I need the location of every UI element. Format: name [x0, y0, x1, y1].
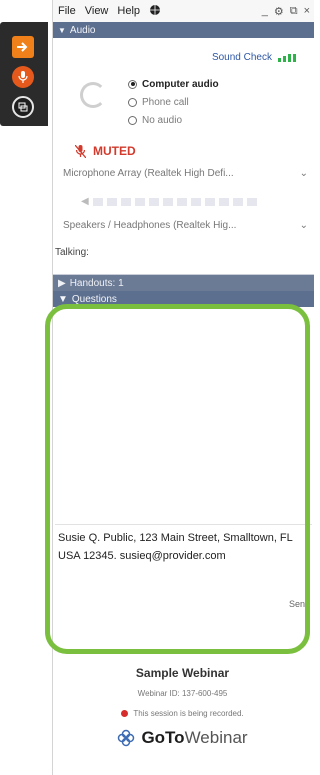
menu-file[interactable]: File	[58, 5, 76, 17]
screen-share-icon[interactable]	[12, 96, 34, 118]
grab-tab	[0, 22, 48, 126]
radio-no-audio[interactable]: No audio	[128, 111, 219, 129]
audio-panel: Sound Check Computer audio Phone call No…	[53, 38, 314, 274]
mute-toggle[interactable]: MUTED	[75, 144, 136, 158]
control-panel: File View Help _ ⚙ ⧉ × ▼ Audio Sound Che…	[52, 0, 314, 775]
radio-label: Phone call	[142, 96, 189, 108]
questions-title: Questions	[71, 293, 117, 305]
handouts-section-header[interactable]: ▶ Handouts: 1	[53, 274, 314, 291]
speaker-icon: ◀	[81, 196, 89, 207]
recording-text: This session is being recorded.	[133, 709, 244, 718]
brand-light: Webinar	[184, 728, 248, 747]
chevron-down-icon: ⌄	[299, 167, 308, 179]
brand-bold: GoTo	[141, 728, 185, 747]
audio-section-header[interactable]: ▼ Audio	[53, 22, 314, 38]
collapse-triangle-icon: ▼	[58, 293, 68, 305]
speakers-value: Speakers / Headphones (Realtek Hig...	[63, 219, 237, 231]
talking-label: Talking:	[55, 247, 89, 258]
muted-microphone-icon	[75, 144, 86, 158]
webinar-footer: Sample Webinar Webinar ID: 137-600-495 T…	[52, 660, 313, 748]
webinar-id: Webinar ID: 137-600-495	[137, 689, 228, 698]
audio-section-title: Audio	[69, 24, 96, 36]
globe-icon[interactable]	[149, 4, 161, 19]
settings-icon[interactable]: ⚙	[274, 5, 284, 18]
radio-empty-icon	[128, 97, 137, 107]
webinar-name: Sample Webinar	[135, 666, 230, 680]
expand-triangle-icon: ▶	[58, 277, 66, 289]
audio-status-spinner-icon	[80, 82, 106, 108]
microphone-icon[interactable]	[12, 66, 34, 88]
audio-mode-radio-group: Computer audio Phone call No audio	[128, 75, 219, 129]
radio-phone-call[interactable]: Phone call	[128, 93, 219, 111]
radio-selected-icon	[128, 79, 137, 89]
muted-label: MUTED	[93, 144, 136, 158]
signal-bars-icon	[278, 53, 296, 62]
microphone-value: Microphone Array (Realtek High Defi...	[63, 167, 234, 179]
gotowebinar-logo: GoToWebinar	[52, 728, 313, 748]
question-input[interactable]: Susie Q. Public, 123 Main Street, Smallt…	[55, 524, 312, 583]
questions-log	[53, 307, 314, 524]
chevron-down-icon: ⌄	[299, 219, 308, 231]
radio-empty-icon	[128, 115, 137, 125]
radio-label: Computer audio	[142, 78, 219, 90]
popout-icon[interactable]: ⧉	[290, 5, 298, 18]
microphone-select[interactable]: Microphone Array (Realtek High Defi... ⌄	[63, 165, 312, 181]
close-icon[interactable]: ×	[304, 5, 310, 18]
speaker-volume-meter: ◀	[81, 196, 257, 207]
menu-help[interactable]: Help	[117, 5, 140, 17]
menu-view[interactable]: View	[85, 5, 109, 17]
radio-label: No audio	[142, 114, 183, 126]
questions-section-header[interactable]: ▼ Questions	[53, 291, 314, 307]
flower-logo-icon	[118, 729, 135, 747]
send-button[interactable]: Send	[289, 599, 310, 609]
menu-bar: File View Help _ ⚙ ⧉ ×	[53, 0, 314, 22]
recording-dot-icon	[121, 710, 129, 717]
collapse-arrow-icon[interactable]	[12, 36, 34, 58]
sound-check-label: Sound Check	[211, 52, 272, 63]
speakers-select[interactable]: Speakers / Headphones (Realtek Hig... ⌄	[63, 217, 312, 233]
window-controls: _ ⚙ ⧉ ×	[262, 5, 314, 18]
collapse-triangle-icon: ▼	[58, 25, 66, 35]
sound-check-link[interactable]: Sound Check	[212, 52, 296, 63]
minimize-icon[interactable]: _	[262, 5, 268, 18]
send-row: Send	[53, 583, 314, 609]
handouts-title: Handouts: 1	[69, 277, 124, 289]
recording-notice: This session is being recorded.	[52, 709, 313, 718]
radio-computer-audio[interactable]: Computer audio	[128, 75, 219, 93]
